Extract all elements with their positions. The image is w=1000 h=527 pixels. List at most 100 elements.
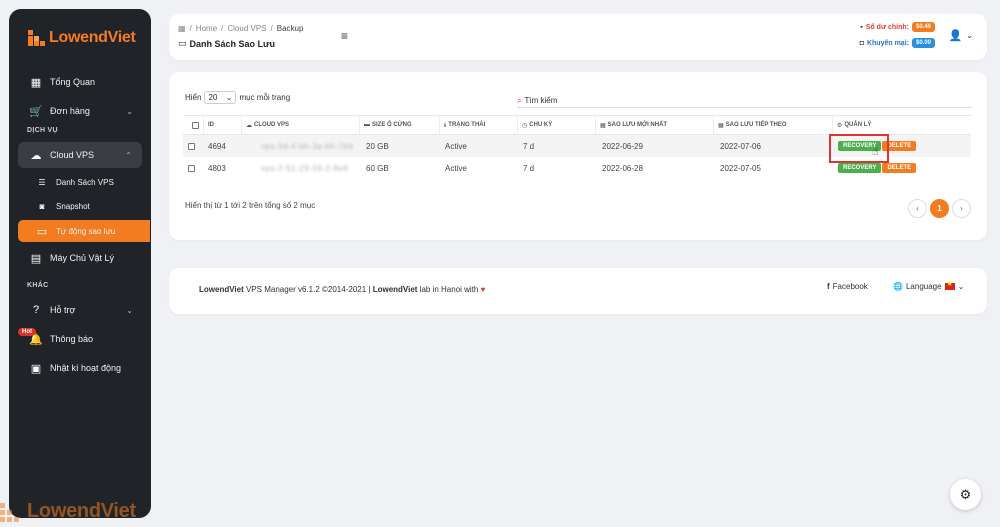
disk-icon: ▬	[364, 122, 370, 128]
search-placeholder: Tìm kiếm	[524, 96, 558, 105]
calendar-icon: ▦	[600, 122, 606, 129]
footer-lab-brand: LowendViet	[372, 285, 418, 294]
col-id[interactable]: ID	[203, 115, 241, 135]
sidebar-item-auto-backup[interactable]: ▭ Tự động sao lưu	[18, 220, 150, 242]
sidebar-item-label: Hỗ trợ	[50, 305, 76, 315]
sidebar-item-activity-log[interactable]: ▣ Nhật kí hoạt động	[9, 355, 151, 381]
logo-mark-icon	[0, 502, 24, 522]
clock-icon: ◷	[522, 122, 528, 129]
sidebar-item-snapshot[interactable]: ◙ Snapshot	[9, 193, 151, 219]
prev-page-button[interactable]: ‹	[908, 199, 927, 218]
footer-version: VPS Manager v6.1.2 ©2014-2021 |	[243, 285, 373, 294]
footer: LowendViet VPS Manager v6.1.2 ©2014-2021…	[169, 268, 987, 314]
sidebar-item-label: Thông báo	[50, 334, 94, 344]
sidebar-item-vps-list[interactable]: ☰ Danh Sách VPS	[9, 169, 151, 195]
row-id: 4803	[208, 163, 226, 173]
delete-button[interactable]: DELETE	[882, 163, 917, 173]
col-cycle[interactable]: ◷ CHU KỲ	[517, 115, 595, 135]
row-latest-backup: 2022-06-28	[602, 163, 643, 173]
sidebar-item-physical-server[interactable]: ▤ Máy Chủ Vật Lý	[9, 245, 151, 271]
section-service: DỊCH VỤ	[27, 127, 58, 134]
settings-gear-button[interactable]: ⚙	[950, 479, 981, 510]
brand-name: LowendViet	[27, 500, 136, 522]
brand-name: LowendViet	[49, 29, 136, 46]
promo-value: $0.00	[911, 38, 935, 48]
sidebar: LowendViet ▦ Tổng Quan 🛒 Đơn hàng ⌄ DỊCH…	[9, 9, 151, 518]
promo-label: Khuyến mại:	[866, 39, 909, 47]
cloud-icon: ☁	[30, 149, 42, 162]
row-checkbox[interactable]	[188, 164, 195, 172]
page-button[interactable]: 1	[930, 199, 949, 218]
section-other: KHÁC	[27, 282, 49, 289]
dashboard-icon: ▦	[30, 76, 42, 89]
facebook-label: Facebook	[832, 282, 868, 291]
globe-icon: 🌐	[893, 282, 903, 291]
home-grid-icon: ▦	[178, 24, 186, 33]
col-size[interactable]: ▬ SIZE Ổ CỨNG	[359, 115, 439, 135]
chevron-up-icon: ⌃	[125, 150, 132, 160]
user-icon: 👤	[948, 30, 963, 42]
cloud-icon: ☁	[246, 122, 252, 129]
sidebar-item-support[interactable]: ? Hỗ trợ ⌄	[9, 297, 151, 323]
row-next-backup: 2022-07-06	[720, 141, 761, 151]
server-icon: ▤	[30, 252, 42, 265]
backup-drive-icon: ▭	[178, 38, 187, 48]
length-suffix: mục mỗi trang	[239, 93, 291, 102]
recovery-button[interactable]: RECOVERY	[838, 163, 882, 173]
camera-icon: ◙	[39, 201, 45, 211]
next-page-button[interactable]: ›	[952, 199, 971, 218]
row-status: Active	[445, 141, 467, 151]
main-balance: ▪ Số dư chính: $0.46	[860, 22, 935, 32]
sidebar-item-label: Tự động sao lưu	[56, 226, 116, 236]
sidebar-item-cloud-vps[interactable]: ☁ Cloud VPS ⌃	[18, 142, 142, 168]
bell-icon: 🔔	[29, 333, 43, 346]
table-info: Hiển thị từ 1 tới 2 trên tổng số 2 mục	[185, 201, 316, 210]
help-icon: ?	[32, 304, 40, 316]
footer-brand: LowendViet	[199, 285, 244, 294]
row-size: 60 GB	[366, 163, 389, 173]
sidebar-item-orders[interactable]: 🛒 Đơn hàng ⌄	[9, 98, 151, 124]
page-length-select[interactable]: 20 ⌄	[204, 91, 237, 104]
backup-list-card: Hiển 20 ⌄ mục mỗi trang ⌕ Tìm kiếm ID ☁ CL…	[169, 72, 987, 240]
select-all-checkbox[interactable]	[188, 115, 199, 135]
breadcrumb: ▦ / Home / Cloud VPS / Backup	[178, 24, 304, 33]
brand-watermark: LowendViet	[0, 500, 136, 523]
breadcrumb-current: Backup	[276, 24, 304, 33]
col-status[interactable]: ℹ TRẠNG THÁI	[439, 115, 517, 135]
row-cloud-vps[interactable]: vps-2-51-29-56-2-8e9	[261, 164, 348, 173]
language-selector[interactable]: 🌐 Language ⌄	[893, 280, 965, 291]
info-icon: ℹ	[444, 122, 447, 129]
row-cycle: 7 d	[523, 163, 535, 173]
top-header: ▦ / Home / Cloud VPS / Backup ▭ Danh Sách S…	[169, 14, 987, 60]
search-input[interactable]: ⌕ Tìm kiếm	[517, 94, 972, 108]
length-prefix: Hiển	[185, 93, 202, 102]
list-icon: ☰	[38, 177, 46, 187]
calendar-icon: ▦	[718, 122, 724, 129]
row-checkbox[interactable]	[188, 142, 195, 150]
breadcrumb-cloud-vps[interactable]: Cloud VPS	[227, 24, 266, 33]
sidebar-item-label: Tổng Quan	[50, 77, 96, 87]
brand-logo[interactable]: LowendViet	[28, 29, 136, 47]
page-length-control: Hiển 20 ⌄ mục mỗi trang	[185, 91, 290, 104]
col-cloud-vps[interactable]: ☁ CLOUD VPS	[241, 115, 359, 135]
col-latest-backup[interactable]: ▦ SAO LƯU MỚI NHẤT	[595, 115, 713, 135]
facebook-link[interactable]: f Facebook	[827, 282, 868, 291]
chevron-down-icon: ⌄	[957, 282, 965, 291]
menu-toggle-icon[interactable]: ≡	[341, 29, 348, 43]
sidebar-item-label: Cloud VPS	[50, 150, 95, 160]
cart-icon: 🛒	[29, 105, 43, 118]
row-actions: RECOVERY DELETE	[838, 163, 917, 173]
user-menu[interactable]: 👤 ⌄	[949, 29, 973, 42]
sidebar-item-notifications[interactable]: 🔔 Thông báo	[9, 326, 151, 352]
col-next-backup[interactable]: ▦ SAO LƯU TIẾP THEO	[713, 115, 832, 135]
breadcrumb-home[interactable]: Home	[196, 24, 217, 33]
row-cloud-vps[interactable]: vps-3d-4-bh-3a-bh-7b6	[261, 142, 353, 151]
table-header: ID ☁ CLOUD VPS ▬ SIZE Ổ CỨNG ℹ TRẠNG THÁI ◷…	[183, 115, 971, 135]
sidebar-item-overview[interactable]: ▦ Tổng Quan	[9, 69, 151, 95]
sidebar-item-label: Máy Chủ Vật Lý	[50, 253, 115, 263]
row-size: 20 GB	[366, 141, 389, 151]
heart-icon: ♥	[480, 285, 486, 294]
sidebar-item-label: Danh Sách VPS	[56, 177, 114, 187]
vietnam-flag-icon	[944, 280, 955, 290]
col-manage: ⚙ QUẢN LÝ	[832, 115, 971, 135]
